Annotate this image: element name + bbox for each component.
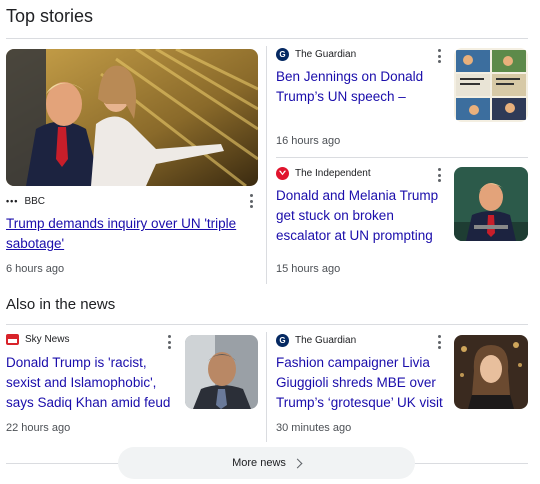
sadiq-khan-thumbnail-image[interactable] bbox=[185, 335, 258, 409]
more-options-icon[interactable] bbox=[434, 49, 444, 63]
more-options-icon[interactable] bbox=[164, 335, 174, 349]
trump-speech-thumbnail-image[interactable] bbox=[454, 167, 528, 241]
guardian-logo-icon: G bbox=[276, 48, 289, 61]
side-story-1-time: 16 hours ago bbox=[276, 135, 341, 147]
more-news-label: More news bbox=[232, 457, 286, 469]
side-story-2-headline[interactable]: Donald and Melania Trump get stuck on br… bbox=[276, 186, 448, 246]
also-news-1-source[interactable]: Sky News bbox=[6, 334, 69, 345]
also-news-1-headline[interactable]: Donald Trump is 'racist, sexist and Isla… bbox=[6, 353, 178, 413]
chevron-right-icon bbox=[292, 458, 303, 469]
also-news-2-time: 30 minutes ago bbox=[276, 422, 352, 434]
main-story-image[interactable] bbox=[6, 49, 258, 186]
main-story-headline[interactable]: Trump demands inquiry over UN 'triple sa… bbox=[6, 214, 251, 254]
independent-logo-icon bbox=[276, 167, 289, 180]
also-news-2-headline[interactable]: Fashion campaigner Livia Giuggioli shred… bbox=[276, 353, 448, 413]
divider bbox=[6, 324, 528, 325]
divider bbox=[266, 46, 267, 284]
side-story-2-time: 15 hours ago bbox=[276, 263, 341, 275]
more-options-icon[interactable] bbox=[434, 168, 444, 182]
also-news-1-time: 22 hours ago bbox=[6, 422, 71, 434]
divider bbox=[276, 157, 528, 158]
livia-giuggioli-thumbnail-image[interactable] bbox=[454, 335, 528, 409]
main-story-source[interactable]: ••• BBC bbox=[6, 195, 45, 208]
source-name: The Independent bbox=[295, 168, 371, 179]
side-story-2-source[interactable]: The Independent bbox=[276, 167, 371, 180]
source-name: Sky News bbox=[25, 334, 70, 345]
divider bbox=[6, 38, 528, 39]
main-story-time: 6 hours ago bbox=[6, 263, 65, 275]
source-name: The Guardian bbox=[295, 335, 357, 346]
bbc-logo-icon: ••• bbox=[6, 196, 19, 206]
guardian-logo-icon: G bbox=[276, 334, 289, 347]
source-name: BBC bbox=[24, 196, 46, 207]
sky-news-logo-icon bbox=[6, 334, 19, 345]
also-news-2-source[interactable]: G The Guardian bbox=[276, 334, 356, 347]
more-news-button[interactable]: More news bbox=[118, 447, 415, 479]
side-story-1-source[interactable]: G The Guardian bbox=[276, 48, 356, 61]
also-in-news-heading: Also in the news bbox=[6, 296, 116, 313]
source-name: The Guardian bbox=[295, 49, 357, 60]
divider bbox=[266, 332, 267, 442]
side-story-1-headline[interactable]: Ben Jennings on Donald Trump’s UN speech… bbox=[276, 67, 448, 107]
cartoon-thumbnail-image[interactable] bbox=[454, 48, 528, 122]
top-stories-heading: Top stories bbox=[6, 6, 94, 26]
more-options-icon[interactable] bbox=[434, 335, 444, 349]
more-options-icon[interactable] bbox=[246, 194, 256, 208]
